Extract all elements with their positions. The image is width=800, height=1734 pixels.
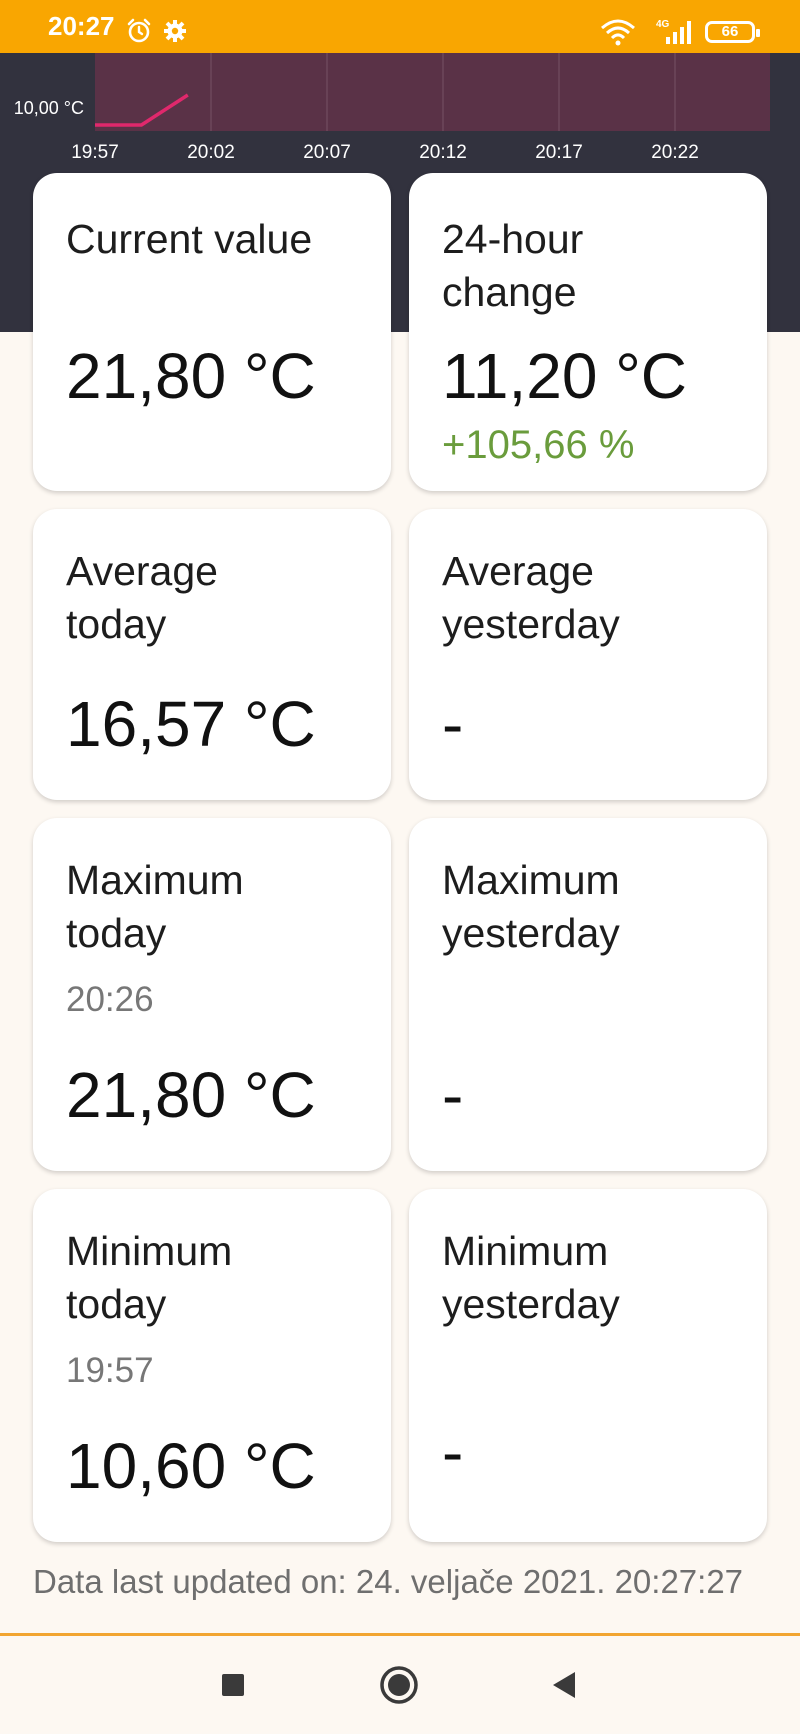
alarm-icon bbox=[126, 18, 152, 49]
card-value: - bbox=[442, 1059, 464, 1131]
circle-icon bbox=[380, 1666, 418, 1704]
card-value: 10,60 °C bbox=[66, 1430, 316, 1502]
x-tick-label: 20:17 bbox=[535, 142, 583, 163]
card-title: Average today bbox=[66, 548, 218, 647]
card-title: Maximum today bbox=[66, 857, 244, 956]
recents-button[interactable] bbox=[193, 1636, 273, 1734]
change-percent: +105,66 % bbox=[442, 423, 635, 467]
battery-icon: 66 bbox=[705, 21, 760, 43]
wifi-icon bbox=[600, 18, 636, 51]
card-average-today: Average today 16,57 °C bbox=[33, 509, 391, 800]
card-24-hour-change: 24-hour change 11,20 °C +105,66 % bbox=[409, 173, 767, 491]
card-title: Minimum yesterday bbox=[442, 1228, 620, 1327]
card-value: - bbox=[442, 1416, 464, 1488]
last-updated-text: Data last updated on: 24. veljače 2021. … bbox=[33, 1563, 744, 1600]
card-title: Current value bbox=[66, 216, 313, 262]
card-value: - bbox=[442, 688, 464, 760]
card-minimum-yesterday: Minimum yesterday - bbox=[409, 1189, 767, 1542]
card-maximum-today: Maximum today 20:26 21,80 °C bbox=[33, 818, 391, 1171]
card-average-yesterday: Average yesterday - bbox=[409, 509, 767, 800]
y-tick-label: 10,00 °C bbox=[14, 98, 84, 118]
card-minimum-today: Minimum today 19:57 10,60 °C bbox=[33, 1189, 391, 1542]
plot-area bbox=[95, 53, 770, 131]
network-label: 4G bbox=[656, 19, 670, 30]
x-tick-label: 20:22 bbox=[651, 142, 699, 163]
card-time: 19:57 bbox=[66, 1351, 154, 1390]
x-tick-label: 20:12 bbox=[419, 142, 467, 163]
triangle-back-icon bbox=[553, 1672, 575, 1698]
card-title: 24-hour change bbox=[442, 216, 584, 315]
status-bar: 20:27 4G 66 bbox=[0, 0, 800, 53]
card-title: Maximum yesterday bbox=[442, 857, 620, 956]
card-maximum-yesterday: Maximum yesterday - bbox=[409, 818, 767, 1171]
navigation-bar bbox=[0, 1636, 800, 1734]
signal-icon: 4G bbox=[652, 18, 696, 51]
x-tick-label: 19:57 bbox=[71, 142, 119, 163]
temperature-chart[interactable]: 19:57 20:02 20:07 20:12 20:17 20:22 10,00 °C bbox=[0, 53, 800, 173]
status-time: 20:27 bbox=[48, 11, 115, 41]
card-current-value: Current value 21,80 °C bbox=[33, 173, 391, 491]
card-value: 16,57 °C bbox=[66, 688, 316, 760]
card-value: 21,80 °C bbox=[66, 340, 316, 412]
gear-icon bbox=[163, 19, 187, 48]
battery-level: 66 bbox=[721, 23, 739, 40]
back-button[interactable] bbox=[524, 1636, 604, 1734]
card-title: Minimum today bbox=[66, 1228, 233, 1327]
x-tick-label: 20:02 bbox=[187, 142, 235, 163]
x-tick-label: 20:07 bbox=[303, 142, 351, 163]
home-button[interactable] bbox=[359, 1636, 439, 1734]
card-value: 21,80 °C bbox=[66, 1059, 316, 1131]
card-value: 11,20 °C bbox=[442, 340, 687, 412]
square-icon bbox=[222, 1674, 244, 1696]
card-title: Average yesterday bbox=[442, 548, 620, 647]
card-time: 20:26 bbox=[66, 980, 154, 1019]
